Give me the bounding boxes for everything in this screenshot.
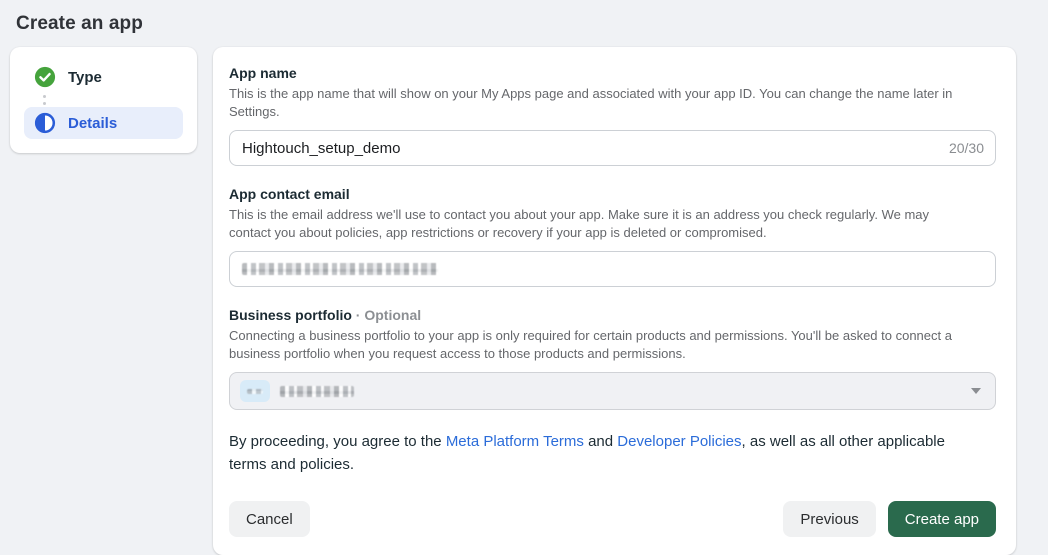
check-circle-icon: [34, 66, 56, 88]
create-app-button[interactable]: Create app: [887, 501, 996, 537]
half-circle-icon: [34, 112, 56, 134]
page-title: Create an app: [16, 13, 143, 34]
app-name-description: This is the app name that will show on y…: [229, 86, 953, 119]
redacted-avatar-text: [247, 388, 263, 394]
meta-platform-terms-link[interactable]: Meta Platform Terms: [446, 433, 584, 450]
chevron-down-icon: [971, 388, 981, 394]
app-name-field: App name This is the app name that will …: [229, 65, 996, 166]
contact-email-input-wrap: [229, 251, 996, 287]
layout: Type Details App name This is the app na…: [0, 47, 1048, 555]
optional-badge: · Optional: [355, 307, 422, 323]
terms-middle: and: [583, 433, 618, 450]
redacted-portfolio-name: [280, 385, 354, 397]
terms-text: By proceeding, you agree to the Meta Pla…: [229, 430, 981, 476]
step-type-label: Type: [68, 68, 102, 86]
developer-policies-link[interactable]: Developer Policies: [617, 433, 741, 450]
app-name-input-wrap: 20/30: [229, 130, 996, 166]
redacted-email-value: [242, 263, 438, 275]
business-portfolio-label-text: Business portfolio: [229, 307, 352, 323]
step-type[interactable]: Type: [24, 61, 183, 93]
business-portfolio-description: Connecting a business portfolio to your …: [229, 328, 952, 361]
app-name-input[interactable]: [229, 130, 996, 166]
business-portfolio-select[interactable]: [229, 372, 996, 410]
contact-email-field: App contact email This is the email addr…: [229, 186, 996, 287]
step-details[interactable]: Details: [24, 107, 183, 139]
footer-actions: Cancel Previous Create app: [229, 501, 996, 537]
create-app-form-card: App name This is the app name that will …: [213, 47, 1016, 555]
portfolio-avatar: [240, 380, 270, 402]
connector-dot: [43, 95, 46, 98]
connector-dot: [43, 102, 46, 105]
step-connector: [24, 93, 183, 107]
contact-email-label: App contact email: [229, 186, 350, 202]
cancel-button[interactable]: Cancel: [229, 501, 310, 537]
business-portfolio-field: Business portfolio · Optional Connecting…: [229, 307, 996, 410]
business-portfolio-label: Business portfolio · Optional: [229, 307, 996, 323]
terms-prefix: By proceeding, you agree to the: [229, 433, 446, 450]
app-name-char-counter: 20/30: [948, 140, 984, 156]
contact-email-input[interactable]: [229, 251, 996, 287]
previous-button[interactable]: Previous: [783, 501, 876, 537]
contact-email-description: This is the email address we'll use to c…: [229, 207, 930, 240]
step-details-label: Details: [68, 114, 118, 132]
app-name-label: App name: [229, 65, 297, 81]
stepper-card: Type Details: [10, 47, 197, 153]
